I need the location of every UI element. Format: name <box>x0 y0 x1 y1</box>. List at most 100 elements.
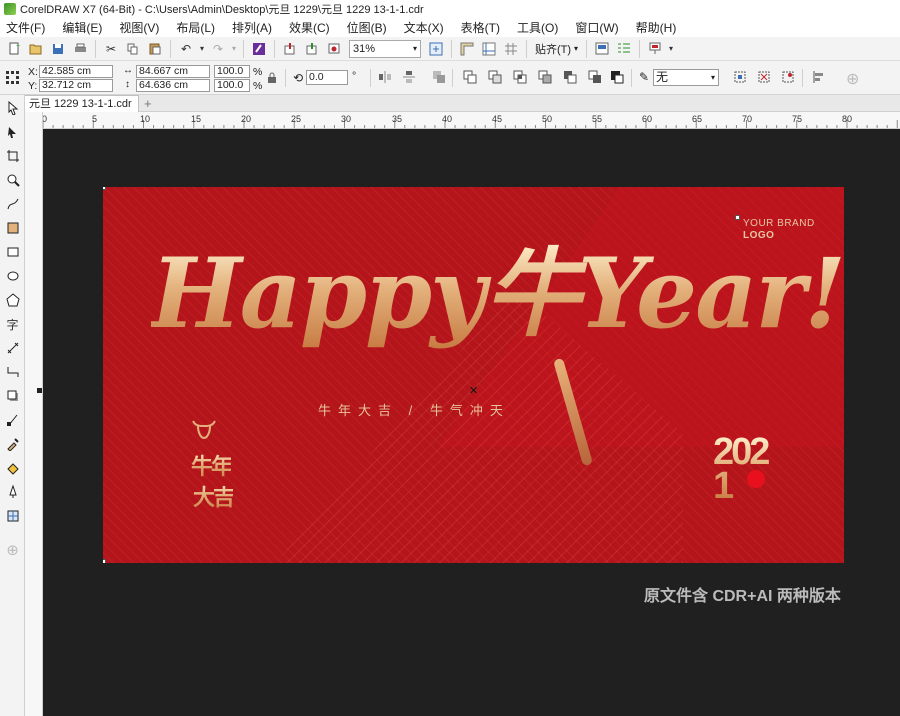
menu-bitmaps[interactable]: 位图(B) <box>347 19 387 36</box>
weld-icon[interactable] <box>463 70 477 87</box>
menu-help[interactable]: 帮助(H) <box>636 19 677 36</box>
toolbar-separator <box>526 39 527 58</box>
simplify-icon[interactable] <box>538 70 552 87</box>
rulers-icon[interactable] <box>456 39 478 59</box>
create-boundary-icon[interactable] <box>733 70 747 87</box>
drop-shadow-tool-icon[interactable] <box>3 387 22 405</box>
back-minus-front-icon[interactable] <box>588 70 602 87</box>
smart-fill-tool-icon[interactable] <box>3 219 22 237</box>
search-content-icon[interactable] <box>248 39 270 59</box>
year-2021-graphic[interactable]: 2021 <box>713 433 773 505</box>
application-launcher-icon[interactable] <box>644 39 666 59</box>
interactive-fill-tool-icon[interactable] <box>3 459 22 477</box>
ruler-label: 30 <box>341 114 352 124</box>
copy-icon[interactable] <box>122 39 144 59</box>
eyedropper-tool-icon[interactable] <box>3 435 22 453</box>
chevron-down-icon[interactable]: ▾ <box>666 39 676 59</box>
front-minus-back-icon[interactable] <box>563 70 577 87</box>
mirror-vertical-icon[interactable] <box>402 70 416 87</box>
vertical-ruler[interactable] <box>25 112 43 716</box>
menu-effects[interactable]: 效果(C) <box>289 19 330 36</box>
options-icon[interactable] <box>591 39 613 59</box>
badge-text-ox-year[interactable]: 牛年 <box>191 449 233 481</box>
redo-icon[interactable]: ↷ <box>207 39 229 59</box>
scale-width-field[interactable]: 100.0 <box>214 65 250 78</box>
scale-height-field[interactable]: 100.0 <box>214 79 250 92</box>
mirror-horizontal-icon[interactable] <box>378 70 392 87</box>
snap-grid-icon[interactable] <box>500 39 522 59</box>
menu-window[interactable]: 窗口(W) <box>575 19 618 36</box>
add-tool-icon[interactable]: ⊕ <box>3 541 22 559</box>
menu-table[interactable]: 表格(T) <box>461 19 500 36</box>
pick-tool-icon[interactable] <box>3 99 22 117</box>
shape-tool-icon[interactable] <box>3 123 22 141</box>
menu-layout[interactable]: 布局(L) <box>176 19 215 36</box>
x-position-field[interactable]: 42.585 cm <box>39 65 113 78</box>
intersect-icon[interactable] <box>513 70 527 87</box>
rectangle-tool-icon[interactable] <box>3 243 22 261</box>
paste-icon[interactable] <box>144 39 166 59</box>
connector-tool-icon[interactable] <box>3 363 22 381</box>
brand-name-text[interactable]: YOUR BRAND <box>743 218 815 229</box>
combine-icon[interactable] <box>432 70 446 87</box>
mesh-fill-tool-icon[interactable] <box>3 507 22 525</box>
cut-icon[interactable]: ✂ <box>100 39 122 59</box>
zoom-tool-icon[interactable] <box>3 171 22 189</box>
snap-to-button[interactable]: 贴齐(T) ▾ <box>531 41 582 57</box>
freehand-tool-icon[interactable] <box>3 195 22 213</box>
transparency-tool-icon[interactable] <box>3 411 22 429</box>
selection-handle[interactable] <box>103 559 106 563</box>
add-property-icon[interactable]: ⊕ <box>846 69 859 89</box>
undo-icon[interactable]: ↶ <box>175 39 197 59</box>
undo-dropdown-icon[interactable]: ▾ <box>197 39 207 59</box>
open-icon[interactable] <box>25 39 47 59</box>
text-tool-icon[interactable]: 字 <box>3 315 22 333</box>
degree-label: ° <box>352 70 357 82</box>
smart-drawing-tool-icon[interactable] <box>3 483 22 501</box>
menu-text[interactable]: 文本(X) <box>404 19 444 36</box>
y-position-field[interactable]: 32.712 cm <box>39 79 113 92</box>
horizontal-ruler[interactable]: 0 5 10 15 20 25 30 35 40 45 50 55 60 65 … <box>43 112 900 129</box>
selection-handle[interactable] <box>103 187 106 190</box>
align-distribute-icon[interactable] <box>812 70 826 87</box>
clear-transformations-icon[interactable] <box>757 70 771 87</box>
headline-happy-ox-year[interactable]: Happy牛Year! <box>151 238 844 349</box>
selection-handle[interactable] <box>735 215 740 220</box>
new-icon[interactable]: + <box>3 39 25 59</box>
publish-pdf-icon[interactable] <box>323 39 345 59</box>
position-grid-icon[interactable] <box>5 70 19 87</box>
print-icon[interactable] <box>69 39 91 59</box>
menu-arrange[interactable]: 排列(A) <box>232 19 272 36</box>
width-field[interactable]: 84.667 cm <box>136 65 210 78</box>
zoom-level-select[interactable]: 31% ▾ <box>349 39 421 58</box>
export-icon[interactable] <box>301 39 323 59</box>
menu-edit[interactable]: 编辑(E) <box>62 19 102 36</box>
parallel-dimension-tool-icon[interactable] <box>3 339 22 357</box>
artwork-page[interactable]: Happy牛Year! 牛年大吉 / 牛气冲天 YOUR BRAND LOGO … <box>103 187 844 563</box>
height-field[interactable]: 64.636 cm <box>136 79 210 92</box>
add-tab-button[interactable]: + <box>144 96 152 111</box>
menu-view[interactable]: 视图(V) <box>119 19 159 36</box>
menu-tools[interactable]: 工具(O) <box>517 19 558 36</box>
polygon-tool-icon[interactable] <box>3 291 22 309</box>
outline-width-select[interactable]: 无 ▾ <box>653 69 719 86</box>
badge-text-good-luck[interactable]: 大吉 <box>193 480 235 512</box>
subline-text[interactable]: 牛年大吉 / 牛气冲天 <box>318 400 510 419</box>
drawing-canvas[interactable]: Happy牛Year! 牛年大吉 / 牛气冲天 YOUR BRAND LOGO … <box>43 129 900 716</box>
document-tab[interactable]: 元旦 1229 13-1-1.cdr <box>22 95 139 112</box>
rotation-field[interactable]: 0.0 <box>306 70 348 85</box>
object-manager-icon[interactable] <box>613 39 635 59</box>
boundary-icon[interactable] <box>610 70 624 87</box>
ellipse-tool-icon[interactable] <box>3 267 22 285</box>
brand-logo-text[interactable]: LOGO <box>743 230 774 241</box>
menu-file[interactable]: 文件(F) <box>6 19 45 36</box>
lock-ratio-icon[interactable] <box>266 72 278 87</box>
crop-tool-icon[interactable] <box>3 147 22 165</box>
trim-icon[interactable] <box>488 70 502 87</box>
import-icon[interactable] <box>279 39 301 59</box>
guides-icon[interactable] <box>478 39 500 59</box>
redo-dropdown-icon[interactable]: ▾ <box>229 39 239 59</box>
zoom-fit-icon[interactable] <box>425 39 447 59</box>
save-icon[interactable] <box>47 39 69 59</box>
convert-to-curves-icon[interactable] <box>781 70 795 87</box>
